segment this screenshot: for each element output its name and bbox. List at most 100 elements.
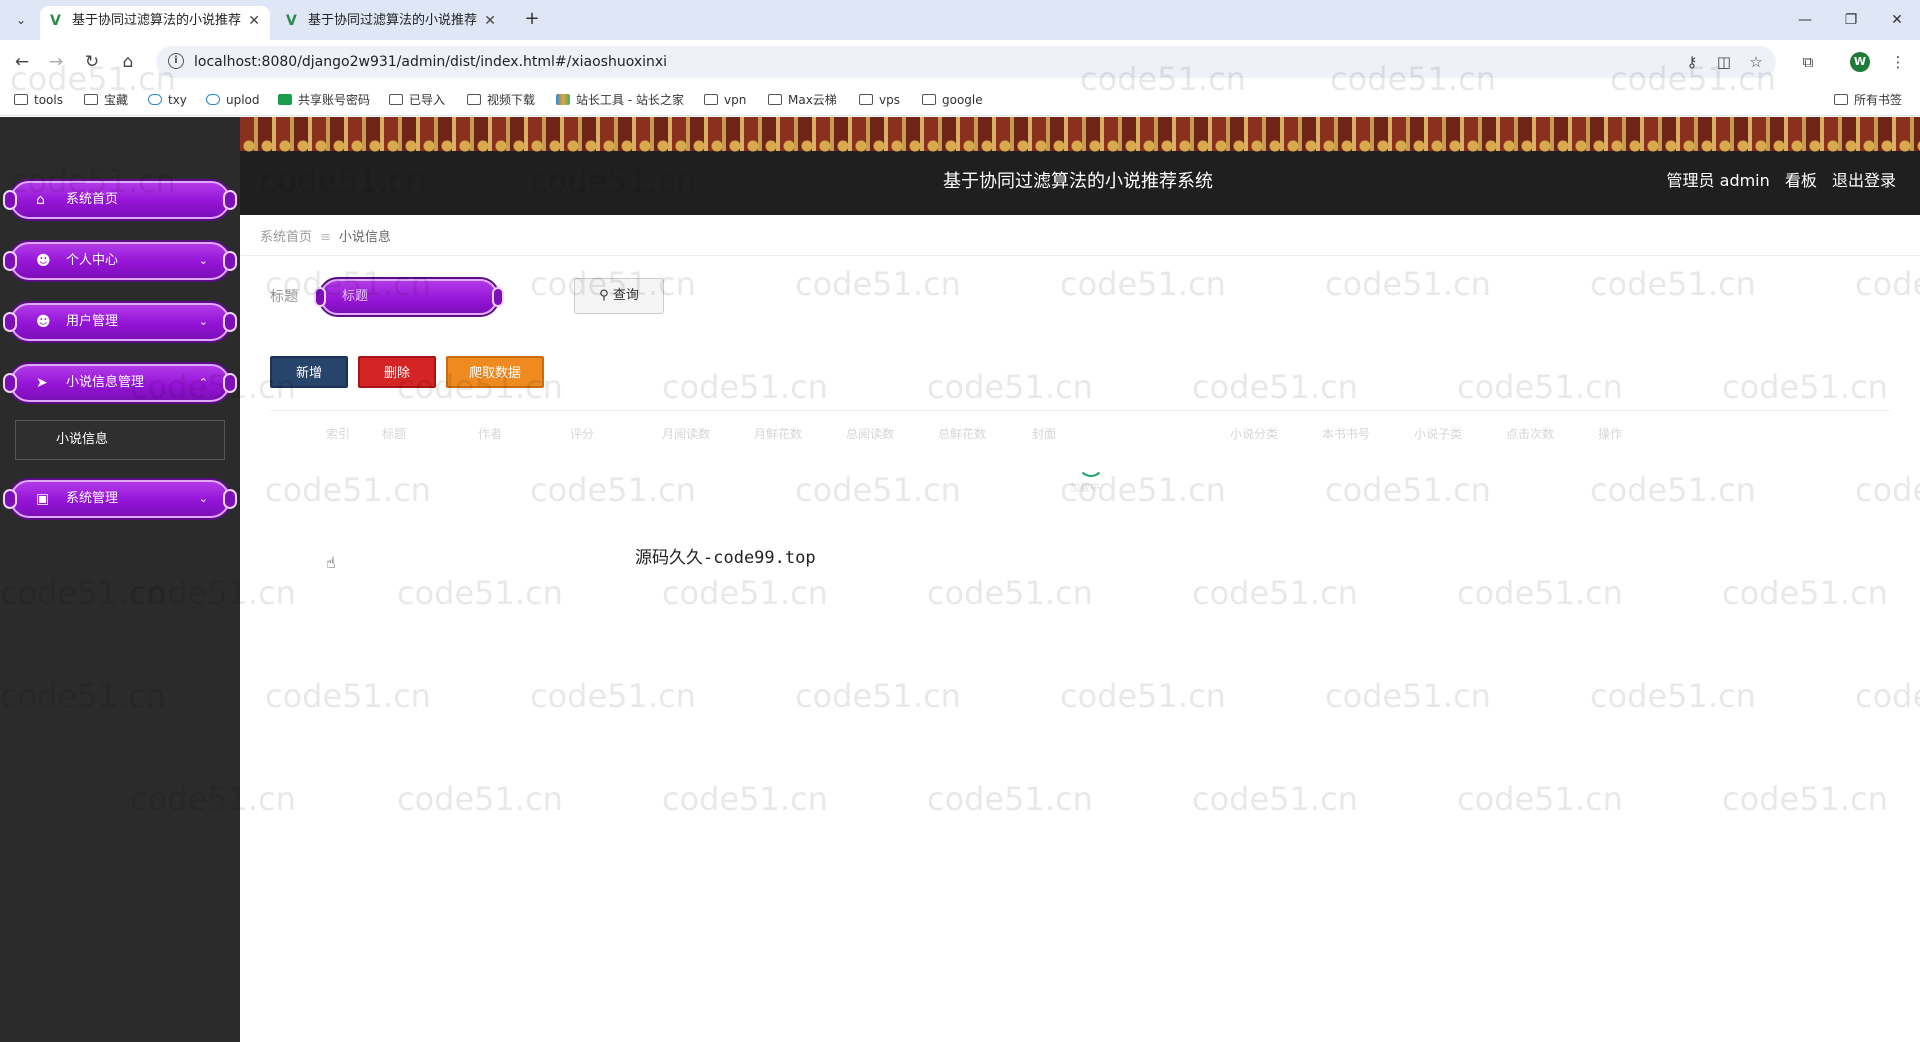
minimize-icon[interactable]: — bbox=[1790, 8, 1820, 32]
sidebar-item-novel-management[interactable]: ➤ 小说信息管理 ⌃ bbox=[3, 364, 237, 402]
chevron-down-icon: ⌄ bbox=[198, 492, 208, 505]
chevron-down-icon: ⌄ bbox=[198, 254, 208, 267]
close-window-icon[interactable]: ✕ bbox=[1882, 8, 1912, 32]
sidebar-item-user-management[interactable]: ☻ 用户管理 ⌄ bbox=[3, 303, 237, 341]
main-content: 系统首页 ≡ 小说信息 标题 标题 ⚲ 查询 新增 删除 爬取数据 索引 标题 作者… bbox=[240, 215, 1920, 1042]
bookmark-folder[interactable]: tools bbox=[14, 84, 63, 116]
table-header-cell: 月阅读数 bbox=[662, 427, 711, 441]
sidebar-item-personal-center[interactable]: ☻ 个人中心 ⌄ bbox=[3, 242, 237, 280]
header-links: 管理员 admin 看板 退出登录 bbox=[1657, 167, 1896, 191]
breadcrumb-separator: ≡ bbox=[320, 230, 331, 245]
bookmark-folder[interactable]: Max云梯 bbox=[768, 84, 837, 116]
table-header-cell: 总鲜花数 bbox=[938, 427, 987, 441]
table-header-cell: 点击次数 bbox=[1506, 427, 1555, 441]
tab-title: 基于协同过滤算法的小说推荐系 bbox=[72, 13, 242, 28]
folder-icon bbox=[1834, 94, 1848, 105]
profile-avatar[interactable]: W bbox=[1850, 52, 1870, 72]
novel-table: 索引 标题 作者 评分 月阅读数 月鲜花数 总阅读数 总鲜花数 封面 小说分类 … bbox=[270, 410, 1890, 520]
site-info-icon[interactable]: i bbox=[168, 53, 184, 69]
roof-eaves-decoration bbox=[240, 139, 1920, 153]
new-tab-button[interactable]: + bbox=[520, 8, 544, 32]
title-search-placeholder: 标题 bbox=[342, 289, 369, 304]
bookmark-link[interactable]: 站长工具 - 站长之家 bbox=[556, 84, 684, 116]
browser-tab-active[interactable]: V 基于协同过滤算法的小说推荐系 ✕ bbox=[40, 6, 270, 40]
screenshot-icon[interactable]: ◫ bbox=[1712, 50, 1736, 74]
header-banner: 基于协同过滤算法的小说推荐系统 管理员 admin 看板 退出登录 bbox=[240, 117, 1920, 215]
logout-link[interactable]: 退出登录 bbox=[1832, 171, 1896, 190]
bookmark-folder[interactable]: google bbox=[922, 84, 983, 116]
breadcrumb-current: 小说信息 bbox=[338, 230, 391, 245]
sidebar: ⌂ 系统首页 ☻ 个人中心 ⌄ ☻ 用户管理 ⌄ ➤ 小说信息管理 ⌃ 小说信息… bbox=[0, 117, 240, 1042]
tab-close-icon[interactable]: ✕ bbox=[248, 6, 260, 36]
folder-icon bbox=[768, 94, 782, 105]
chinaz-icon bbox=[556, 94, 570, 105]
table-header-cell: 操作 bbox=[1598, 427, 1623, 441]
breadcrumb: 系统首页 ≡ 小说信息 bbox=[260, 226, 391, 245]
home-icon[interactable]: ⌂ bbox=[116, 50, 140, 74]
bookmark-folder[interactable]: vps bbox=[859, 84, 900, 116]
tab-close-icon[interactable]: ✕ bbox=[484, 6, 496, 36]
bookmark-link[interactable]: 共享账号密码 bbox=[278, 84, 370, 116]
sheet-icon bbox=[278, 94, 292, 105]
folder-icon bbox=[84, 94, 98, 105]
delete-button[interactable]: 删除 bbox=[358, 356, 436, 388]
restore-icon[interactable]: ❐ bbox=[1836, 8, 1866, 32]
sidebar-item-label: 系统管理 bbox=[66, 491, 119, 506]
bookmark-link[interactable]: txy bbox=[148, 84, 187, 116]
search-button[interactable]: ⚲ 查询 bbox=[574, 278, 664, 314]
title-search-input[interactable]: 标题 bbox=[314, 279, 504, 315]
table-header-cell: 封面 bbox=[1032, 427, 1057, 441]
folder-icon bbox=[859, 94, 873, 105]
star-icon[interactable]: ☆ bbox=[1744, 50, 1768, 74]
board-link[interactable]: 看板 bbox=[1785, 171, 1817, 190]
extensions-icon[interactable]: ⧉ bbox=[1796, 50, 1820, 74]
sidebar-item-label: 个人中心 bbox=[66, 253, 119, 268]
chevron-up-icon: ⌃ bbox=[198, 376, 208, 389]
overlay-watermark-text: 源码久久-code99.top bbox=[635, 548, 816, 568]
bookmarks-bar: tools 宝藏 txy uplod 共享账号密码 已导入 视频下载 站长工具 … bbox=[0, 84, 1920, 116]
reload-icon[interactable]: ↻ bbox=[80, 50, 104, 74]
bookmark-folder[interactable]: vpn bbox=[704, 84, 746, 116]
tab-search-icon[interactable]: ⌄ bbox=[10, 9, 32, 31]
sidebar-item-system-management[interactable]: ▣ 系统管理 ⌄ bbox=[3, 480, 237, 518]
table-header-cell: 索引 bbox=[326, 427, 351, 441]
sidebar-subitem-novel-info[interactable]: 小说信息 bbox=[15, 420, 225, 460]
add-button[interactable]: 新增 bbox=[270, 356, 348, 388]
url-text[interactable]: localhost:8080/django2w931/admin/dist/in… bbox=[194, 46, 667, 78]
loading-spinner-icon bbox=[1078, 451, 1104, 477]
browser-toolbar: ← → ↻ ⌂ i localhost:8080/django2w931/adm… bbox=[0, 40, 1920, 84]
breadcrumb-home[interactable]: 系统首页 bbox=[260, 230, 312, 245]
sidebar-item-label: 小说信息管理 bbox=[66, 375, 145, 390]
chevron-down-icon: ⌄ bbox=[198, 315, 208, 328]
folder-icon bbox=[704, 94, 718, 105]
cloud-icon bbox=[206, 94, 220, 105]
mouse-cursor-icon: ☝ bbox=[326, 553, 336, 572]
table-header-cell: 本书书号 bbox=[1322, 427, 1371, 441]
user-icon: ☻ bbox=[36, 253, 51, 269]
search-icon: ⚲ bbox=[599, 288, 609, 303]
admin-role-label: 管理员 admin bbox=[1666, 171, 1770, 190]
vue-favicon-icon: V bbox=[50, 13, 61, 29]
site-title: 基于协同过滤算法的小说推荐系统 bbox=[943, 171, 1213, 192]
table-header-cell: 总阅读数 bbox=[846, 427, 895, 441]
back-icon[interactable]: ← bbox=[10, 50, 34, 74]
forward-icon[interactable]: → bbox=[44, 50, 68, 74]
crawl-data-button[interactable]: 爬取数据 bbox=[446, 356, 544, 388]
table-header-cell: 小说子类 bbox=[1414, 427, 1463, 441]
user-icon: ☻ bbox=[36, 314, 51, 330]
all-bookmarks[interactable]: 所有书签 bbox=[1834, 84, 1902, 116]
bookmark-folder[interactable]: 已导入 bbox=[389, 84, 445, 116]
bookmark-folder[interactable]: 宝藏 bbox=[84, 84, 128, 116]
cloud-icon bbox=[148, 94, 162, 105]
sidebar-item-home[interactable]: ⌂ 系统首页 bbox=[3, 181, 237, 219]
tab-title: 基于协同过滤算法的小说推荐系 bbox=[308, 13, 478, 28]
browser-tab[interactable]: V 基于协同过滤算法的小说推荐系 ✕ bbox=[276, 6, 506, 40]
folder-icon bbox=[14, 94, 28, 105]
table-header-cell: 评分 bbox=[570, 427, 595, 441]
bookmark-link[interactable]: uplod bbox=[206, 84, 260, 116]
table-header-cell: 标题 bbox=[382, 427, 407, 441]
address-bar[interactable]: i localhost:8080/django2w931/admin/dist/… bbox=[156, 46, 1776, 78]
more-menu-icon[interactable]: ⋮ bbox=[1886, 50, 1910, 74]
key-icon[interactable]: ⚷ bbox=[1680, 50, 1704, 74]
bookmark-folder[interactable]: 视频下载 bbox=[467, 84, 535, 116]
